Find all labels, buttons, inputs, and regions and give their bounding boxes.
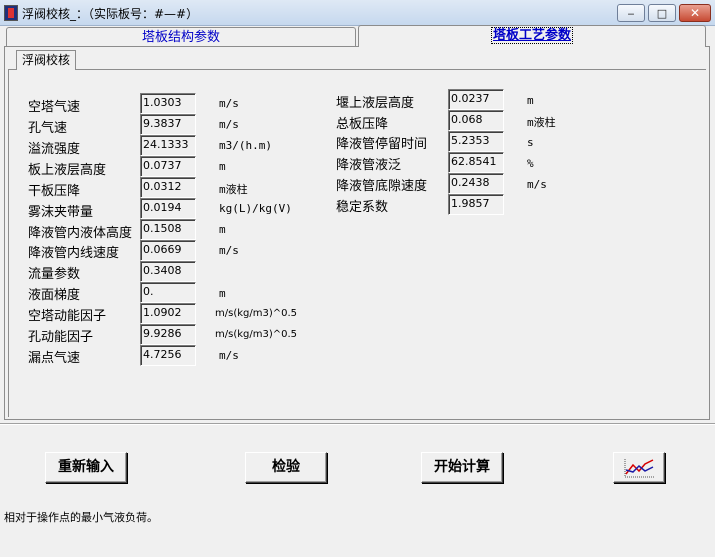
divider	[0, 424, 715, 425]
maximize-button[interactable]: □	[648, 4, 676, 22]
app-icon	[4, 5, 18, 21]
reinput-button[interactable]: 重新输入	[45, 452, 127, 483]
tab-valve-check[interactable]: 浮阀校核	[16, 50, 76, 70]
param-value-field[interactable]: 4.7256	[140, 345, 196, 366]
param-unit: kg(L)/kg(V)	[219, 202, 292, 215]
chart-button[interactable]	[613, 452, 665, 483]
param-unit: m	[219, 160, 226, 173]
param-unit: m/s	[527, 178, 547, 191]
param-label: 板上液层高度	[28, 163, 107, 178]
param-value-field[interactable]: 9.9286	[140, 324, 196, 345]
param-unit: m/s	[219, 118, 239, 131]
param-value-field[interactable]: 1.0303	[140, 93, 196, 114]
param-label: 堰上液层高度	[336, 96, 415, 111]
param-value-field[interactable]: 1.9857	[448, 194, 504, 215]
minimize-button[interactable]: ‒	[617, 4, 645, 22]
window-title: 浮阀校核_：（实际板号：#—#）	[22, 7, 199, 21]
param-unit: %	[527, 157, 534, 170]
param-unit: m/s(kg/m3)^0.5	[215, 308, 298, 319]
param-value-field[interactable]: 0.1508	[140, 219, 196, 240]
param-value-field[interactable]: 0.	[140, 282, 196, 303]
param-value-field[interactable]: 0.0237	[448, 89, 504, 110]
param-label: 降液管液泛	[336, 158, 402, 173]
param-label: 降液管内液体高度	[28, 226, 133, 241]
param-label: 流量参数	[28, 267, 81, 282]
param-value-field[interactable]: 5.2353	[448, 131, 504, 152]
tab-tray-process-label: 塔板工艺参数	[490, 27, 573, 44]
line-chart-icon	[624, 458, 654, 477]
param-label: 空塔动能因子	[28, 309, 107, 324]
param-unit: m/s	[219, 244, 239, 257]
param-unit: m液柱	[219, 183, 248, 196]
param-value-field[interactable]: 0.068	[448, 110, 504, 131]
param-value-field[interactable]: 0.0194	[140, 198, 196, 219]
title-bar: 浮阀校核_：（实际板号：#—#） ‒ □ ✕	[0, 0, 715, 26]
param-label: 孔气速	[28, 121, 68, 136]
param-value-field[interactable]: 0.0737	[140, 156, 196, 177]
param-label: 降液管停留时间	[336, 137, 428, 152]
param-label: 降液管底隙速度	[336, 179, 428, 194]
param-unit: s	[527, 136, 534, 149]
param-label: 溢流强度	[28, 142, 81, 157]
close-button[interactable]: ✕	[679, 4, 711, 22]
calculate-button[interactable]: 开始计算	[421, 452, 503, 483]
param-unit: m3/(h.m)	[219, 139, 272, 152]
param-label: 总板压降	[336, 117, 389, 132]
param-label: 雾沫夹带量	[28, 205, 94, 220]
tab-tray-process[interactable]: 塔板工艺参数	[358, 25, 706, 47]
param-value-field[interactable]: 0.2438	[448, 173, 504, 194]
param-unit: m液柱	[527, 116, 556, 129]
param-label: 稳定系数	[336, 200, 389, 215]
param-unit: m/s	[219, 349, 239, 362]
param-unit: m/s	[219, 97, 239, 110]
param-value-field[interactable]: 0.0669	[140, 240, 196, 261]
status-text: 相对于操作点的最小气液负荷。	[4, 511, 158, 524]
check-button[interactable]: 检验	[245, 452, 327, 483]
param-value-field[interactable]: 1.0902	[140, 303, 196, 324]
param-value-field[interactable]: 24.1333	[140, 135, 196, 156]
param-label: 干板压降	[28, 184, 81, 199]
param-unit: m/s(kg/m3)^0.5	[215, 329, 298, 340]
param-label: 降液管内线速度	[28, 246, 120, 261]
param-value-field[interactable]: 9.3837	[140, 114, 196, 135]
param-value-field[interactable]: 0.0312	[140, 177, 196, 198]
tab-tray-structure[interactable]: 塔板结构参数	[6, 27, 356, 47]
param-unit: m	[527, 94, 534, 107]
param-label: 空塔气速	[28, 100, 81, 115]
param-label: 液面梯度	[28, 288, 81, 303]
param-unit: m	[219, 287, 226, 300]
param-label: 孔动能因子	[28, 330, 94, 345]
param-unit: m	[219, 223, 226, 236]
param-value-field[interactable]: 62.8541	[448, 152, 504, 173]
param-value-field[interactable]: 0.3408	[140, 261, 196, 282]
param-label: 漏点气速	[28, 351, 81, 366]
